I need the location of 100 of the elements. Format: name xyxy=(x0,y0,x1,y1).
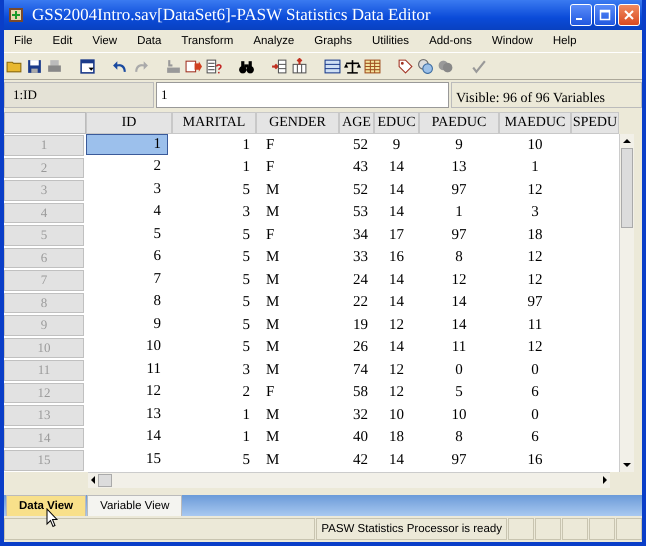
table-cell: M xyxy=(266,182,280,199)
table-cell: 10 xyxy=(452,406,466,424)
table-cell: 14 xyxy=(389,339,404,356)
table-cell: 14 xyxy=(389,204,404,222)
table-cell: 5 xyxy=(242,182,250,199)
horizontal-scrollbar[interactable] xyxy=(88,472,610,488)
table-cell: 14 xyxy=(389,294,404,312)
scroll-thumb[interactable] xyxy=(621,148,633,228)
table-cell[interactable]: 7 xyxy=(86,269,168,290)
table-cell: 42 xyxy=(353,452,368,469)
table-cell: 1 xyxy=(242,136,250,154)
table-cell: 6 xyxy=(531,429,539,446)
table-cell: 6 xyxy=(531,384,539,402)
table-cell: 12 xyxy=(389,384,404,402)
table-cell[interactable]: 5 xyxy=(86,224,168,244)
table-cell[interactable]: 10 xyxy=(86,336,168,357)
table-cell[interactable]: 3 xyxy=(86,179,168,200)
table-cell[interactable]: 6 xyxy=(86,246,168,267)
table-cell: 5 xyxy=(455,384,463,402)
table-cell: 12 xyxy=(528,249,542,266)
menu-item[interactable]: Transform xyxy=(175,35,242,47)
status-message: PASW Statistics Processor is ready xyxy=(316,518,507,540)
table-cell[interactable]: 11 xyxy=(86,359,168,380)
table-cell[interactable]: 8 xyxy=(86,292,168,312)
table-cell: 18 xyxy=(389,429,404,446)
maximize-button[interactable] xyxy=(594,4,616,26)
column-header[interactable]: SPEDU xyxy=(571,112,619,134)
circles-icon[interactable] xyxy=(417,58,434,74)
table-cell: 5 xyxy=(242,452,250,469)
table-cell[interactable]: 14 xyxy=(86,426,168,447)
menu-item[interactable]: Window xyxy=(486,35,541,47)
status-panel xyxy=(562,518,588,540)
checkmark-icon[interactable] xyxy=(470,58,487,74)
table-cell[interactable]: 1 xyxy=(86,134,168,154)
tab[interactable]: Variable View xyxy=(87,495,182,516)
table-cell[interactable]: 13 xyxy=(86,404,168,424)
table-cell: 3 xyxy=(242,204,250,222)
split-grid-icon[interactable] xyxy=(324,58,341,74)
cell-value-field[interactable]: 1 xyxy=(156,82,449,108)
column-header[interactable]: GENDER xyxy=(256,112,339,134)
menu-item[interactable]: Add-ons xyxy=(423,35,480,47)
vertical-scrollbar[interactable] xyxy=(619,134,634,472)
tab[interactable]: Data View xyxy=(6,495,86,516)
overlap-circles-icon[interactable] xyxy=(437,58,454,74)
table-cell: 34 xyxy=(353,226,368,244)
scroll-up-icon[interactable] xyxy=(622,136,632,146)
table-cell: 74 xyxy=(353,362,368,379)
menu-item[interactable]: View xyxy=(86,35,126,47)
grid-arrow-icon[interactable] xyxy=(185,58,202,74)
table-cell: 52 xyxy=(353,182,368,199)
tag-icon[interactable] xyxy=(397,58,414,74)
table-cell[interactable]: 12 xyxy=(86,382,168,402)
column-header[interactable]: EDUC xyxy=(374,112,419,134)
table-cell: M xyxy=(266,316,280,334)
table-cell: 0 xyxy=(531,362,539,379)
close-button[interactable] xyxy=(618,4,640,26)
scroll-thumb[interactable] xyxy=(98,474,112,486)
table-cell: M xyxy=(266,204,280,222)
column-header[interactable]: MAEDUC xyxy=(499,112,571,134)
cell-reference: 1:ID xyxy=(4,82,154,108)
table-cell: 97 xyxy=(452,226,466,244)
table-cell: 8 xyxy=(455,249,463,266)
table-cell: F xyxy=(266,384,274,402)
table-cell[interactable]: 2 xyxy=(86,156,168,177)
save-icon[interactable] xyxy=(26,58,43,74)
table-cell: M xyxy=(266,339,280,356)
grid-question-icon[interactable] xyxy=(205,58,222,74)
table-cell[interactable]: 9 xyxy=(86,314,168,334)
dialog-icon[interactable] xyxy=(79,58,96,74)
column-header[interactable]: ID xyxy=(86,112,172,134)
menu-item[interactable]: File xyxy=(8,35,41,47)
menu-item[interactable]: Help xyxy=(546,35,584,47)
table-cell: 19 xyxy=(353,316,368,334)
table-icon[interactable] xyxy=(364,58,381,74)
column-header[interactable]: MARITAL xyxy=(172,112,256,134)
column-header[interactable]: PAEDUC xyxy=(419,112,499,134)
menu-item[interactable]: Graphs xyxy=(308,35,360,47)
table-cell: 14 xyxy=(389,452,404,469)
column-header[interactable]: AGE xyxy=(339,112,374,134)
table-cell: 8 xyxy=(455,429,463,446)
menu-item[interactable]: Data xyxy=(131,35,170,47)
table-cell: 97 xyxy=(452,182,466,199)
table-cell: 1 xyxy=(531,159,539,176)
scales-icon[interactable] xyxy=(344,58,361,74)
insert-column-icon[interactable] xyxy=(271,58,288,74)
table-cell: 53 xyxy=(353,204,368,222)
table-cell: 16 xyxy=(528,452,542,469)
insert-row-icon[interactable] xyxy=(291,58,308,74)
table-cell[interactable]: 15 xyxy=(86,449,168,470)
table-cell[interactable]: 4 xyxy=(86,202,168,222)
table-cell: M xyxy=(266,362,280,379)
scroll-right-icon[interactable] xyxy=(600,475,610,485)
menu-item[interactable]: Edit xyxy=(46,35,80,47)
table-cell: 2 xyxy=(242,384,250,402)
table-cell: 9 xyxy=(455,136,463,154)
table-cell: 12 xyxy=(528,339,542,356)
menu-item[interactable]: Utilities xyxy=(366,35,418,47)
menu-item[interactable]: Analyze xyxy=(247,35,302,47)
table-cell: 11 xyxy=(528,316,542,334)
minimize-button[interactable] xyxy=(570,4,592,26)
